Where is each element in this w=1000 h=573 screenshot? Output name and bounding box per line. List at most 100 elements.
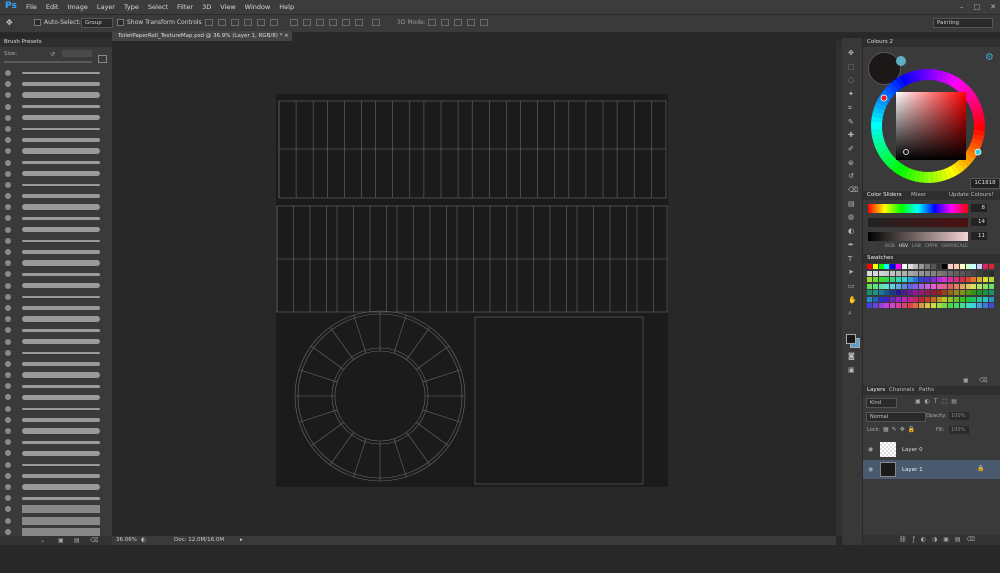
- colour-swatch[interactable]: [907, 303, 913, 308]
- colour-swatch[interactable]: [948, 290, 954, 295]
- colours-settings-icon[interactable]: ⚙: [985, 52, 994, 63]
- align-hcenter-icon[interactable]: [257, 19, 265, 26]
- colour-swatch[interactable]: [919, 296, 925, 302]
- colour-swatch[interactable]: [983, 303, 988, 308]
- colour-swatch[interactable]: [942, 296, 948, 302]
- colour-swatch[interactable]: [936, 290, 942, 295]
- colour-swatch[interactable]: [884, 296, 890, 302]
- mode-hsv[interactable]: HSV: [899, 244, 908, 249]
- colour-swatch[interactable]: [901, 303, 907, 308]
- blend-mode-select[interactable]: Normal: [866, 412, 926, 422]
- fill-field[interactable]: 100%: [949, 426, 969, 434]
- lock-icons[interactable]: ▦✎✥🔒: [883, 426, 918, 433]
- colour-swatch[interactable]: [919, 270, 925, 276]
- colour-swatch[interactable]: [942, 290, 948, 295]
- shape-tool-icon[interactable]: ▭: [848, 282, 856, 290]
- colour-swatch[interactable]: [913, 283, 919, 289]
- delete-swatch-icon[interactable]: ⌫: [979, 377, 987, 384]
- colour-swatch[interactable]: [884, 303, 890, 308]
- 3d-slide-icon[interactable]: [467, 19, 475, 26]
- colour-swatch[interactable]: [867, 283, 872, 289]
- menu-select[interactable]: Select: [148, 3, 168, 11]
- colour-swatch[interactable]: [925, 264, 930, 269]
- screen-mode-icon[interactable]: ▣: [848, 366, 856, 374]
- maximize-button[interactable]: □: [974, 3, 981, 11]
- lasso-tool-icon[interactable]: ◌: [848, 77, 856, 84]
- colour-swatch[interactable]: [867, 290, 872, 295]
- brush-preset[interactable]: [4, 493, 104, 504]
- clone-stamp-tool-icon[interactable]: ⊛: [848, 159, 856, 167]
- brush-preset[interactable]: [4, 236, 104, 247]
- colour-swatch[interactable]: [959, 290, 965, 295]
- colour-swatch[interactable]: [896, 303, 901, 308]
- colour-swatch[interactable]: [971, 283, 977, 289]
- brush-preset[interactable]: [4, 415, 104, 426]
- distribute-left-icon[interactable]: [329, 19, 337, 26]
- new-brush-icon[interactable]: ▣: [58, 537, 64, 544]
- saturation-value[interactable]: 14: [971, 218, 987, 226]
- align-bottom-icon[interactable]: [231, 19, 239, 26]
- colour-swatch[interactable]: [936, 264, 942, 269]
- colour-swatch[interactable]: [936, 270, 942, 276]
- colour-swatch[interactable]: [872, 270, 878, 276]
- colour-swatch[interactable]: [913, 270, 919, 276]
- colour-swatch[interactable]: [983, 264, 988, 269]
- colour-swatch[interactable]: [959, 270, 965, 276]
- colour-swatch[interactable]: [977, 283, 983, 289]
- colour-swatch[interactable]: [959, 277, 965, 282]
- brush-presets-tab[interactable]: Brush Presets: [4, 39, 42, 45]
- brush-preset[interactable]: [4, 113, 104, 124]
- colour-swatch[interactable]: [867, 270, 872, 276]
- colour-swatch[interactable]: [942, 303, 948, 308]
- colour-swatch[interactable]: [890, 270, 896, 276]
- hand-tool-icon[interactable]: ✋: [848, 296, 857, 304]
- mode-cmyk[interactable]: CMYK: [925, 244, 938, 249]
- colour-wheel[interactable]: [871, 66, 986, 186]
- hue-slider[interactable]: [868, 204, 968, 213]
- colour-swatch[interactable]: [890, 290, 896, 295]
- align-right-icon[interactable]: [270, 19, 278, 26]
- 3d-pan-icon[interactable]: [454, 19, 462, 26]
- brush-preset[interactable]: [4, 180, 104, 191]
- colour-swatch[interactable]: [988, 303, 994, 308]
- colour-swatch[interactable]: [954, 270, 959, 276]
- colour-swatch[interactable]: [925, 303, 930, 308]
- close-document-icon[interactable]: ×: [284, 33, 289, 39]
- colour-swatch[interactable]: [977, 290, 983, 295]
- brush-preset[interactable]: [4, 191, 104, 202]
- colour-swatch[interactable]: [965, 283, 971, 289]
- distribute-bottom-icon[interactable]: [316, 19, 324, 26]
- menu-file[interactable]: File: [26, 3, 37, 11]
- move-tool-icon[interactable]: ✥: [848, 50, 856, 57]
- zoom-tool-icon[interactable]: ⌕: [848, 310, 856, 317]
- colour-swatch[interactable]: [971, 290, 977, 295]
- colour-swatch[interactable]: [983, 296, 988, 302]
- colour-swatch[interactable]: [930, 277, 936, 282]
- align-vcenter-icon[interactable]: [218, 19, 226, 26]
- brush-preset[interactable]: [4, 381, 104, 392]
- workspace-select[interactable]: Painting: [933, 18, 993, 28]
- colour-swatch[interactable]: [919, 283, 925, 289]
- colour-swatch[interactable]: [925, 290, 930, 295]
- colour-swatch[interactable]: [959, 264, 965, 269]
- brush-settings-icon[interactable]: ▤: [74, 537, 80, 544]
- colour-swatch[interactable]: [954, 296, 959, 302]
- brush-panel-icon[interactable]: [98, 55, 107, 63]
- colour-swatch[interactable]: [936, 303, 942, 308]
- colour-swatch[interactable]: [942, 264, 948, 269]
- colour-swatch[interactable]: [925, 296, 930, 302]
- brush-preset[interactable]: [4, 90, 104, 101]
- menu-type[interactable]: Type: [124, 3, 139, 11]
- menu-3d[interactable]: 3D: [202, 3, 211, 11]
- colour-swatch[interactable]: [907, 290, 913, 295]
- delete-brush-icon[interactable]: ⌫: [90, 537, 98, 544]
- healing-tool-icon[interactable]: ✚: [848, 132, 856, 139]
- close-button[interactable]: ✕: [990, 3, 996, 11]
- tab-layers[interactable]: Layers: [867, 387, 885, 393]
- colour-swatch[interactable]: [977, 264, 983, 269]
- hex-field[interactable]: 1C1818: [970, 178, 1000, 189]
- minimize-button[interactable]: –: [960, 3, 964, 11]
- brush-preset[interactable]: [4, 225, 104, 236]
- colour-swatch[interactable]: [936, 283, 942, 289]
- colour-swatch[interactable]: [901, 277, 907, 282]
